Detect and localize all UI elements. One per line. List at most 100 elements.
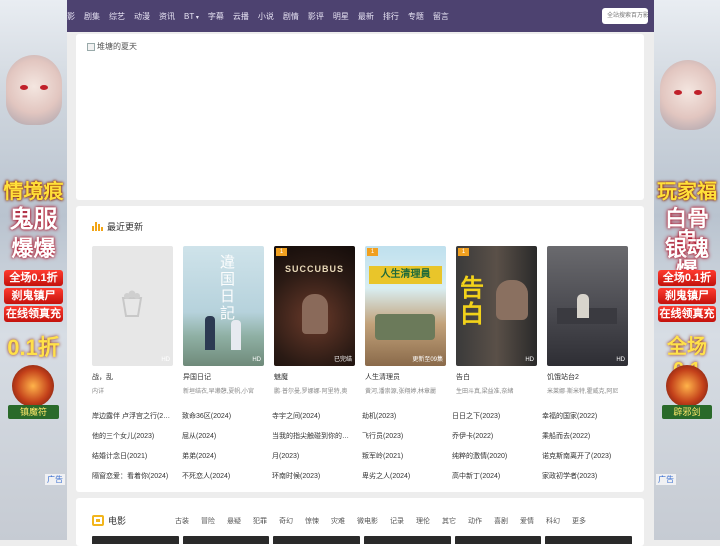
genre-link[interactable]: 悬疑 — [227, 516, 241, 526]
banner-image-alt: 堆塘的夏天 — [97, 42, 137, 51]
movie-card[interactable]: 1 人生清理員 更新至09集 人生清理员 黄河,潘崇源,张翔婷,林章麗 — [365, 246, 446, 395]
list-item-link[interactable]: 卑劣之人(2024) — [362, 471, 452, 481]
nav-item-variety[interactable]: 综艺 — [109, 11, 125, 22]
list-item-link[interactable]: 月(2023) — [272, 451, 362, 461]
list-item-link[interactable]: 环南时候(2023) — [272, 471, 362, 481]
genre-link[interactable]: 喜剧 — [494, 516, 508, 526]
card-title[interactable]: 战，乱 — [92, 372, 173, 382]
poster-image[interactable]: 1 SUCCUBUS 已完结 — [274, 246, 355, 366]
card-title[interactable]: 异国日记 — [183, 372, 264, 382]
poster-image[interactable] — [364, 536, 451, 544]
list-item-link[interactable]: 不死恋人(2024) — [182, 471, 272, 481]
nav-item-ranking[interactable]: 排行 — [383, 11, 399, 22]
card-title[interactable]: 魅魔 — [274, 372, 355, 382]
poster-image[interactable]: HD — [547, 246, 628, 366]
nav-item-latest[interactable]: 最新 — [358, 11, 374, 22]
ad-promo-button[interactable]: 全场0.1折 — [658, 270, 716, 286]
ad-item-name: 镇魔符 — [8, 405, 59, 419]
right-side-ad[interactable]: 玩家福 白骨鬼 银魂爆 全场0.1折 刹鬼镇尸 在线领真充 全场0.1 辟邪剑 … — [654, 0, 720, 540]
nav-item-series[interactable]: 剧集 — [84, 11, 100, 22]
list-item-link[interactable]: 飞行员(2023) — [362, 431, 452, 441]
banner[interactable]: 堆塘的夏天 — [76, 34, 644, 200]
poster-image[interactable] — [545, 536, 633, 544]
nav-item-messages[interactable]: 留言 — [433, 11, 449, 22]
list-item-link[interactable]: 叛军岭(2021) — [362, 451, 452, 461]
poster-art-text: SUCCUBUS — [284, 264, 344, 274]
ad-town-button[interactable]: 刹鬼镇尸 — [658, 288, 716, 304]
poster-art-text: 告白 — [460, 275, 484, 328]
genre-link[interactable]: 灾难 — [331, 516, 345, 526]
list-item-link[interactable]: 劫机(2023) — [362, 411, 452, 421]
genre-link[interactable]: 其它 — [442, 516, 456, 526]
movie-card[interactable]: HD 战，乱 内详 — [92, 246, 173, 395]
nav-item-plots[interactable]: 剧情 — [283, 11, 299, 22]
poster-image[interactable] — [273, 536, 361, 544]
movie-card[interactable]: 違国日記 HD 异国日记 新垣结衣,早濑憩,夏帆,小宮 — [183, 246, 264, 395]
nav-item-novels[interactable]: 小说 — [258, 11, 274, 22]
poster-image[interactable] — [182, 536, 270, 544]
movie-card[interactable]: 1 SUCCUBUS 已完结 魅魔 鹏·普尔曼,罗娜娜·阿里特,奥 — [274, 246, 355, 395]
list-item-link[interactable]: 乔伊卡(2022) — [452, 431, 542, 441]
list-item-link[interactable]: 日日之下(2023) — [452, 411, 542, 421]
genre-link[interactable]: 科幻 — [546, 516, 560, 526]
poster-image[interactable] — [92, 536, 179, 544]
movie-card[interactable]: HD 饥饿站台2 米莱娜·斯米特,霍威克,阿尼 — [547, 246, 628, 395]
poster-image[interactable] — [454, 536, 542, 544]
poster-image[interactable]: 1 告白 HD — [456, 246, 537, 366]
list-item-link[interactable]: 他的三个女儿(2023) — [92, 431, 182, 441]
list-item-link[interactable]: 弟弟(2024) — [182, 451, 272, 461]
card-title[interactable]: 饥饿站台2 — [547, 372, 628, 382]
genre-link[interactable]: 奇幻 — [279, 516, 293, 526]
nav-item-bt-dropdown[interactable]: BT — [184, 12, 199, 21]
list-item-link[interactable]: 乘船而去(2022) — [542, 431, 632, 441]
list-item-link[interactable]: 结婚计念日(2021) — [92, 451, 182, 461]
nav-item-topics[interactable]: 专题 — [408, 11, 424, 22]
nav-item-news[interactable]: 资讯 — [159, 11, 175, 22]
nav-item-anime[interactable]: 动漫 — [134, 11, 150, 22]
list-item-link[interactable]: 致命36区(2024) — [182, 411, 272, 421]
list-item-link[interactable]: 寺宇之间(2024) — [272, 411, 362, 421]
left-side-ad[interactable]: 情境痕 鬼服 爆爆 全场0.1折 刹鬼镇尸 在线领真充 0.1折 镇魔符 广告 — [0, 0, 67, 540]
ad-recharge-button[interactable]: 在线领真充 — [658, 306, 716, 322]
list-item-link[interactable]: 幸福的国家(2022) — [542, 411, 632, 421]
genre-link[interactable]: 微电影 — [357, 516, 378, 526]
nav-item-reviews[interactable]: 影评 — [308, 11, 324, 22]
ad-recharge-button[interactable]: 在线领真充 — [4, 306, 63, 322]
poster-image[interactable]: 違国日記 HD — [183, 246, 264, 366]
genre-link[interactable]: 动作 — [468, 516, 482, 526]
list-item-link[interactable]: 屈从(2024) — [182, 431, 272, 441]
banner-image[interactable]: 堆塘的夏天 — [87, 41, 137, 52]
nav-item-stars[interactable]: 明星 — [333, 11, 349, 22]
ad-promo-button[interactable]: 全场0.1折 — [4, 270, 63, 286]
list-item-link[interactable]: 诺克斯南离开了(2023) — [542, 451, 632, 461]
genre-link[interactable]: 惊悚 — [305, 516, 319, 526]
section-title[interactable]: 电影 — [108, 514, 126, 527]
list-item-link[interactable]: 岸边露伴 卢浮宫之行(2… — [92, 411, 182, 421]
movie-card[interactable]: 1 告白 HD 告白 生田斗真,梁益准,奈緒 — [456, 246, 537, 395]
list-item-link[interactable]: 当我的指尖触碰到你的… — [272, 431, 362, 441]
search-input[interactable]: 全站搜索百万影片 — [602, 8, 648, 24]
ad-item-icon — [12, 365, 54, 407]
nav-item-subtitles[interactable]: 字幕 — [208, 11, 224, 22]
genre-link[interactable]: 古装 — [175, 516, 189, 526]
ad-town-button[interactable]: 刹鬼镇尸 — [4, 288, 63, 304]
list-item-link[interactable]: 高中新丁(2024) — [452, 471, 542, 481]
card-cast: 鹏·普尔曼,罗娜娜·阿里特,奥 — [274, 389, 348, 395]
nav-item-movies[interactable]: 影 — [67, 11, 75, 22]
genre-link[interactable]: 爱情 — [520, 516, 534, 526]
poster-image[interactable]: 1 人生清理員 更新至09集 — [365, 246, 446, 366]
more-link[interactable]: 更多 — [572, 516, 586, 526]
genre-link[interactable]: 犯罪 — [253, 516, 267, 526]
nav-item-cloud[interactable]: 云播 — [233, 11, 249, 22]
genre-link[interactable]: 理伦 — [416, 516, 430, 526]
ad-item-icon — [666, 365, 708, 407]
card-title[interactable]: 告白 — [456, 372, 537, 382]
genre-link[interactable]: 记录 — [390, 516, 404, 526]
poster-placeholder[interactable]: HD — [92, 246, 173, 366]
list-item-link[interactable]: 纯粹的激情(2020) — [452, 451, 542, 461]
card-title[interactable]: 人生清理员 — [365, 372, 446, 382]
genre-link[interactable]: 冒险 — [201, 516, 215, 526]
list-item-link[interactable]: 家政初学者(2023) — [542, 471, 632, 481]
list-item-link[interactable]: 隔窗恋爱：看着你(2024) — [92, 471, 182, 481]
ad-headline-1: 玩家福 — [657, 181, 717, 203]
